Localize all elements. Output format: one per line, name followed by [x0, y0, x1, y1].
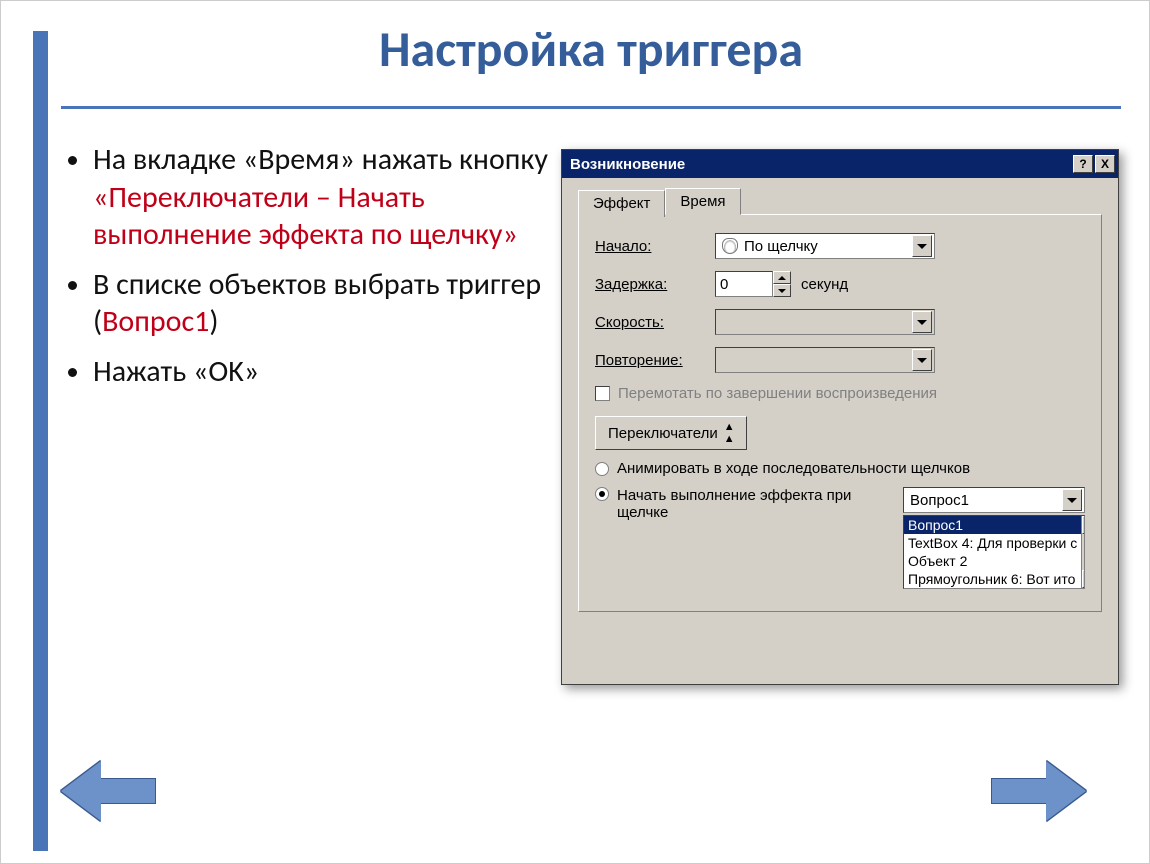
dropdown-arrow-icon[interactable]: [912, 311, 932, 333]
tab-strip: Эффект Время: [578, 188, 1102, 215]
mouse-icon: [722, 238, 738, 254]
decor-bar-horizontal: [61, 106, 1121, 109]
prev-arrow[interactable]: [61, 761, 156, 821]
tab-effect[interactable]: Эффект: [578, 190, 665, 217]
list-item[interactable]: Объект 2: [904, 552, 1081, 570]
arrow-right-icon: [1046, 761, 1086, 821]
spin-down-icon[interactable]: [773, 284, 791, 297]
delay-spinner[interactable]: [715, 271, 791, 297]
tab-panel-time: Начало: По щелчку Задержка:: [578, 214, 1102, 612]
rewind-label: Перемотать по завершении воспроизведения: [618, 385, 937, 402]
delay-label: Задержка:: [595, 276, 715, 293]
bullet-text: ): [209, 303, 218, 340]
start-dropdown[interactable]: По щелчку: [715, 233, 935, 259]
list-item[interactable]: Вопрос1: [904, 516, 1081, 534]
next-arrow[interactable]: [991, 761, 1086, 821]
trigger-object-listbox[interactable]: Вопрос1 TextBox 4: Для проверки с Объект…: [903, 515, 1085, 589]
radio-label: Начать выполнение эффекта при щелчке: [617, 487, 895, 521]
decor-bar-vertical: [33, 31, 48, 851]
start-label: Начало:: [595, 238, 715, 255]
scroll-down-icon[interactable]: [1082, 570, 1085, 588]
arrow-left-icon: [61, 761, 101, 821]
radio-start-on-click[interactable]: Начать выполнение эффекта при щелчке Воп…: [595, 487, 1085, 589]
chevron-up-icon: ▲▲: [724, 421, 734, 445]
slide-title: Настройка триггера: [61, 19, 1121, 80]
switches-button[interactable]: Переключатели ▲▲: [595, 416, 747, 450]
dialog-titlebar[interactable]: Возникновение ? X: [562, 150, 1118, 178]
dropdown-arrow-icon[interactable]: [912, 349, 932, 371]
bullet-highlight: «Переключатели – Начать выполнение эффек…: [93, 179, 518, 254]
help-button[interactable]: ?: [1073, 155, 1093, 173]
dialog-title: Возникновение: [570, 156, 685, 173]
bullet-item: На вкладке «Время» нажать кнопку «Перекл…: [93, 141, 551, 254]
rewind-checkbox[interactable]: [595, 386, 610, 401]
bullet-item: В списке объектов выбрать триггер (Вопро…: [93, 266, 551, 341]
dropdown-arrow-icon[interactable]: [912, 235, 932, 257]
switches-button-label: Переключатели: [608, 425, 718, 442]
radio-icon[interactable]: [595, 462, 609, 476]
speed-label: Скорость:: [595, 314, 715, 331]
rewind-checkbox-row[interactable]: Перемотать по завершении воспроизведения: [595, 385, 1085, 402]
bullet-list: На вкладке «Время» нажать кнопку «Перекл…: [61, 141, 551, 402]
radio-animate-sequence[interactable]: Анимировать в ходе последовательности ще…: [595, 460, 1085, 477]
bullet-highlight: Вопрос1: [102, 303, 209, 340]
repeat-dropdown[interactable]: [715, 347, 935, 373]
radio-label: Анимировать в ходе последовательности ще…: [617, 460, 970, 477]
dialog-body: Эффект Время Начало: По щелчку Задержка:: [562, 178, 1118, 620]
delay-input[interactable]: [715, 271, 773, 297]
trigger-object-combo[interactable]: Вопрос1: [903, 487, 1085, 513]
tab-time[interactable]: Время: [665, 188, 740, 215]
delay-unit: секунд: [801, 276, 848, 293]
list-item[interactable]: Прямоугольник 6: Вот ито: [904, 570, 1081, 588]
scroll-up-icon[interactable]: [1082, 516, 1085, 534]
close-button[interactable]: X: [1095, 155, 1115, 173]
dropdown-arrow-icon[interactable]: [1062, 489, 1082, 511]
slide: Настройка триггера На вкладке «Время» на…: [0, 0, 1150, 864]
trigger-object-value: Вопрос1: [910, 492, 969, 509]
dialog-window: Возникновение ? X Эффект Время Начало: П…: [561, 149, 1119, 685]
speed-dropdown[interactable]: [715, 309, 935, 335]
spin-up-icon[interactable]: [773, 271, 791, 284]
start-value: По щелчку: [744, 238, 818, 255]
radio-icon[interactable]: [595, 487, 609, 501]
bullet-text: Нажать «OK»: [93, 353, 259, 390]
bullet-text: На вкладке «Время» нажать кнопку: [93, 141, 548, 178]
list-item[interactable]: TextBox 4: Для проверки с: [904, 534, 1081, 552]
bullet-item: Нажать «OK»: [93, 353, 551, 391]
listbox-scrollbar[interactable]: [1081, 516, 1085, 588]
repeat-label: Повторение:: [595, 352, 715, 369]
